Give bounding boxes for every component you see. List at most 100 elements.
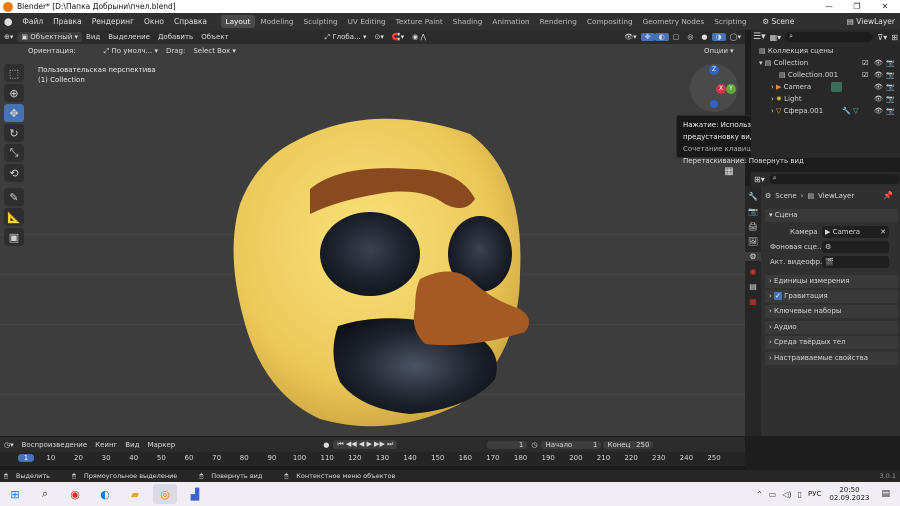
outliner-item-camera[interactable]: › ▶ Camera 👁 📷 <box>751 81 900 93</box>
shading-rendered-icon[interactable]: ◯▾ <box>726 33 745 41</box>
blender-menu-icon[interactable]: ⬤ <box>0 17 17 26</box>
annotate-tool-icon[interactable]: ✎ <box>4 188 24 206</box>
snap-icon[interactable]: 🧲▾ <box>388 33 408 41</box>
volume-icon[interactable]: ◁) <box>782 490 791 499</box>
file-explorer-icon[interactable]: ▰ <box>123 484 147 504</box>
tab-sculpting[interactable]: Sculpting <box>299 15 343 28</box>
outliner-item-light[interactable]: › ✹ Light 👁 📷 <box>751 93 900 105</box>
section-scene[interactable]: ▾ Сцена <box>765 209 898 222</box>
menu-help[interactable]: Справка <box>169 17 212 26</box>
orientation-dropdown[interactable]: ⤢ По умолч... ▾ <box>100 47 162 56</box>
outliner-display-icon[interactable]: ▦▾ <box>770 33 782 42</box>
proportional-edit-icon[interactable]: ◉ ⋀ <box>408 33 430 41</box>
end-frame-field[interactable]: Конец 250 <box>603 440 654 449</box>
new-collection-icon[interactable]: ⊞ <box>891 33 898 42</box>
outliner-item-collection-001[interactable]: ▤ Collection.001 ☑ 👁 📷 <box>751 69 900 81</box>
windows-start-icon[interactable]: ⊞ <box>3 484 27 504</box>
outliner-item-collection[interactable]: ▾ ▤ Collection ☑ 👁 📷 <box>751 57 900 69</box>
tab-animation[interactable]: Animation <box>487 15 534 28</box>
outliner-editor-icon[interactable]: ☰▾ <box>753 32 766 42</box>
eye-icon[interactable]: 👁 <box>874 105 883 117</box>
drag-dropdown[interactable]: Select Box ▾ <box>189 46 240 56</box>
measure-tool-icon[interactable]: 📐 <box>4 208 24 226</box>
tray-chevron-icon[interactable]: ⌃ <box>756 490 763 499</box>
menu-window[interactable]: Окно <box>139 17 169 26</box>
tab-rendering[interactable]: Rendering <box>535 15 582 28</box>
timeline-editor-icon[interactable]: ◷▾ <box>0 441 18 449</box>
editor-type-icon[interactable]: ⊕▾ <box>0 33 17 41</box>
menu-file[interactable]: Файл <box>17 17 48 26</box>
start-frame-field[interactable]: Начало 1 <box>541 440 602 449</box>
bg-scene-field[interactable]: ⚙ <box>822 241 889 253</box>
menu-render[interactable]: Рендеринг <box>87 17 139 26</box>
clock-icon[interactable]: ◷ <box>527 441 541 449</box>
properties-search-input[interactable]: ⌕ <box>768 174 900 184</box>
menu-timeline-view[interactable]: Вид <box>121 441 143 449</box>
move-tool-icon[interactable]: ✥ <box>4 104 24 122</box>
section-units[interactable]: › Единицы измерения <box>765 275 898 288</box>
battery-icon[interactable]: ▯ <box>798 490 802 499</box>
checkbox-icon[interactable]: ☑ <box>862 69 868 81</box>
filter-icon[interactable]: ⊽▾ <box>877 33 887 42</box>
view-layer-selector[interactable]: ▤ ViewLayer <box>842 17 900 26</box>
tab-texture-paint[interactable]: Texture Paint <box>391 15 448 28</box>
timeline-ruler[interactable]: 1 10 20 30 40 50 60 70 80 90 100 110 120 130 140 150 160… <box>0 452 745 466</box>
mode-dropdown[interactable]: ▣ Объектный ▾ <box>17 32 83 42</box>
tab-layout[interactable]: Layout <box>220 15 256 28</box>
app-taskbar-icon[interactable]: ▟ <box>183 484 207 504</box>
camera-render-icon[interactable]: 📷 <box>886 57 895 69</box>
menu-view[interactable]: Вид <box>82 33 104 41</box>
shading-wireframe-icon[interactable]: ◎ <box>683 33 697 41</box>
eye-icon[interactable]: 👁 <box>874 81 883 93</box>
menu-add[interactable]: Добавить <box>154 33 197 41</box>
3d-viewport[interactable]: Ориентация: ⤢ По умолч... ▾ Drag: Select… <box>0 44 745 436</box>
eye-icon[interactable]: 👁 <box>874 69 883 81</box>
select-box-tool-icon[interactable]: ⬚ <box>4 64 24 82</box>
current-frame-field[interactable]: 1 <box>487 440 528 449</box>
checkbox-icon[interactable]: ☑ <box>862 57 868 69</box>
eye-icon[interactable]: 👁 <box>874 93 883 105</box>
playback-controls[interactable]: ⏮ ◀◀ ◀ ▶ ▶▶ ⏭ <box>333 440 398 449</box>
edge-icon[interactable]: ◐ <box>93 484 117 504</box>
menu-edit[interactable]: Правка <box>48 17 87 26</box>
tab-uv-editing[interactable]: UV Editing <box>343 15 391 28</box>
world-tab-icon[interactable]: ◉ <box>745 267 761 276</box>
maximize-button[interactable]: ❐ <box>843 0 871 13</box>
visibility-icon[interactable]: 👁▾ <box>620 33 640 41</box>
xray-icon[interactable]: ▢ <box>669 33 684 41</box>
gizmo-neg-z-icon[interactable] <box>710 100 718 108</box>
scene-selector[interactable]: ⚙ Scene <box>757 17 799 26</box>
chrome-icon[interactable]: ◉ <box>63 484 87 504</box>
options-dropdown[interactable]: Опции ▾ <box>700 47 738 55</box>
taskbar-search-icon[interactable]: ⌕ <box>33 484 57 504</box>
navigation-gizmo[interactable]: Z Y X <box>690 64 738 112</box>
pivot-icon[interactable]: ⊙▾ <box>370 33 387 41</box>
transform-orientation-dropdown[interactable]: ⤢ Глоба... ▾ <box>321 33 371 42</box>
shading-solid-icon[interactable]: ● <box>697 33 711 41</box>
texture-tab-icon[interactable]: ▦ <box>745 297 761 306</box>
blender-taskbar-icon[interactable]: ◎ <box>153 484 177 504</box>
pin-icon[interactable]: 📌 <box>883 191 893 200</box>
perspective-toggle-icon[interactable]: ▦ <box>722 166 736 180</box>
tab-scripting[interactable]: Scripting <box>709 15 751 28</box>
eye-icon[interactable]: 👁 <box>874 57 883 69</box>
rotate-tool-icon[interactable]: ↻ <box>4 124 24 142</box>
tab-compositing[interactable]: Compositing <box>582 15 638 28</box>
section-audio[interactable]: › Аудио <box>765 321 898 334</box>
render-tab-icon[interactable]: 📷 <box>745 207 761 216</box>
gizmo-y-icon[interactable]: Y <box>726 84 736 94</box>
gravity-checkbox-icon[interactable]: ✓ <box>774 292 782 300</box>
clear-icon[interactable]: ✕ <box>880 226 886 238</box>
overlay-toggle-icon[interactable]: ◐ <box>654 33 669 41</box>
gizmo-toggle-icon[interactable]: ✥ <box>640 33 655 41</box>
tab-modeling[interactable]: Modeling <box>255 15 298 28</box>
outliner-scene-collection[interactable]: ▤ Коллекция сцены <box>751 45 900 57</box>
camera-data-icon[interactable] <box>831 82 842 92</box>
gizmo-z-icon[interactable]: Z <box>709 65 719 75</box>
camera-field[interactable]: ▶ Camera ✕ <box>822 226 889 238</box>
properties-editor-icon[interactable]: ⊞▾ <box>754 175 765 184</box>
transform-tool-icon[interactable]: ⟲ <box>4 164 24 182</box>
close-button[interactable]: ✕ <box>871 0 899 13</box>
camera-render-icon[interactable]: 📷 <box>886 81 895 93</box>
shading-material-icon[interactable]: ◑ <box>711 33 726 41</box>
